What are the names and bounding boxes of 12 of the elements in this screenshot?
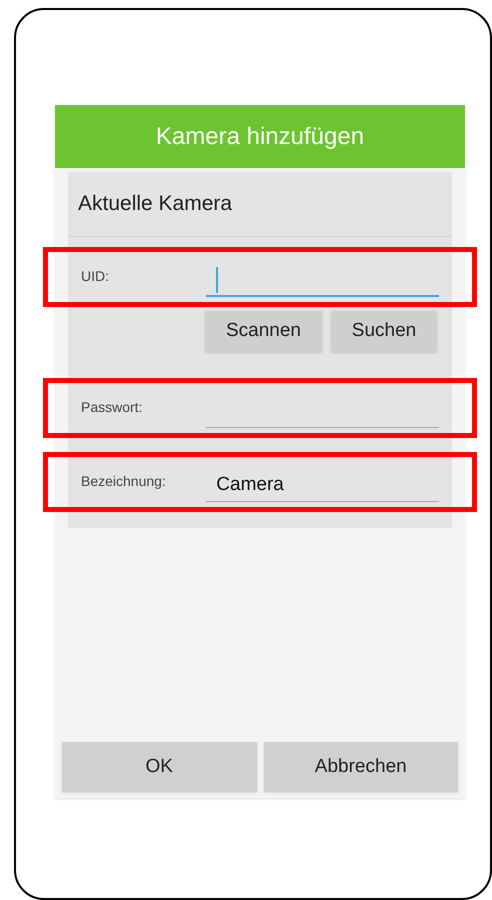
text-cursor <box>216 266 218 292</box>
cancel-button[interactable]: Abbrechen <box>264 742 458 792</box>
section-title: Aktuelle Kamera <box>68 172 452 236</box>
scan-button[interactable]: Scannen <box>205 310 322 352</box>
input-field[interactable] <box>206 264 439 296</box>
field-label: Bezeichnung: <box>81 472 167 491</box>
dialog-title: Kamera hinzufügen <box>55 105 465 168</box>
search-button[interactable]: Suchen <box>331 310 437 352</box>
field-label: UID: <box>81 267 110 286</box>
field-label: Passwort: <box>81 398 144 417</box>
ok-button[interactable]: OK <box>62 742 256 792</box>
input-field[interactable]: Camera <box>206 470 439 502</box>
